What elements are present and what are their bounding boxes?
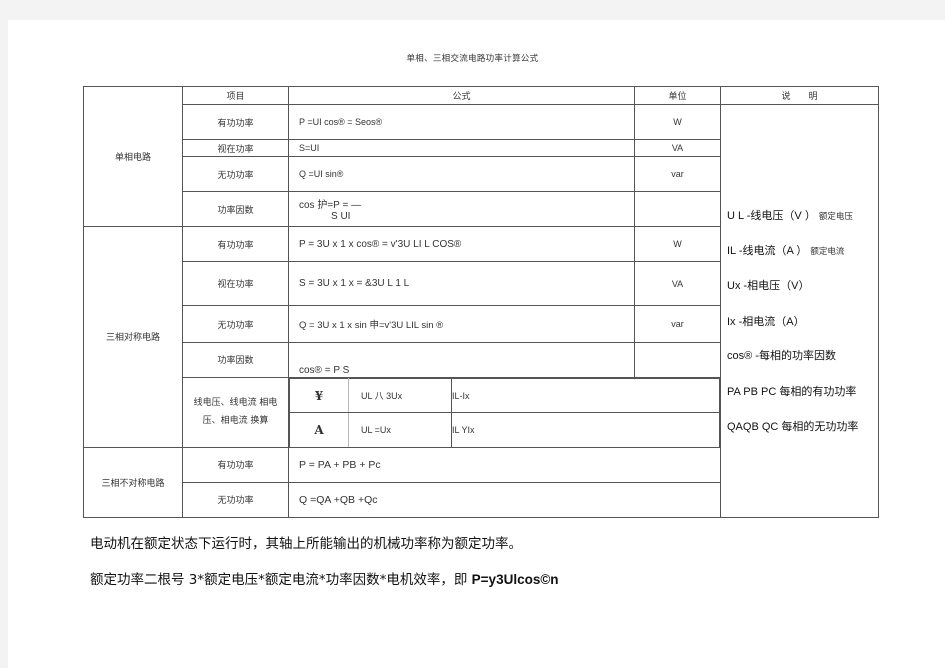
voltage-relation: UL 八 3Ux: [348, 378, 452, 413]
current-relation: IL YIx: [451, 412, 720, 447]
unit-cell: W: [634, 226, 721, 262]
item-cell: 无功功率: [182, 156, 289, 192]
item-cell: 有功功率: [182, 446, 289, 483]
unit-cell: VA: [634, 139, 721, 157]
item-cell: 有功功率: [182, 226, 289, 262]
table-header-row: 单相电路 项目 公式 单位 说 明: [83, 86, 879, 227]
formula-cell: S = 3U x 1 x = &3U L 1 L: [288, 261, 635, 306]
header-note: 说 明: [720, 86, 879, 105]
voltage-relation: UL =Ux: [348, 412, 452, 447]
header-unit: 单位: [634, 86, 721, 105]
category-label: 三相对称电路: [105, 333, 160, 344]
delta-connection-symbol: A: [289, 412, 349, 447]
header-item: 项目: [182, 86, 289, 105]
formula-bold-text: P=y3Ulcos©n: [471, 572, 559, 587]
category-three-phase-asymmetric: 三相不对称电路: [83, 446, 183, 518]
category-single-phase: 单相电路: [83, 86, 183, 227]
note-text: U L -线电压（V ）: [727, 210, 816, 222]
power-factor-denominator: S UI: [331, 211, 351, 222]
rated-power-formula: 额定功率二根号 3*额定电压*额定电流*功率因数*电机效率，即 P=y3Ulco…: [90, 568, 559, 588]
power-factor-formula: cos 护=P = —: [299, 200, 362, 211]
item-cell: 有功功率: [182, 104, 289, 140]
table-row: 有功功率 P =UI cos® = Seos® W U L -线电压（V ） 额…: [84, 104, 879, 518]
notes-cell: U L -线电压（V ） 额定电压 IL -线电流（A ） 额定电流 Ux -相…: [720, 104, 879, 518]
formula-cell: Q =QA +QB +Qc: [288, 481, 721, 518]
note-text: cos® -每相的功率因数: [727, 350, 836, 362]
category-label: 单相电路: [114, 153, 151, 163]
note-line: Ix -相电流（A）: [727, 313, 805, 329]
note-small-text: 额定电流: [810, 246, 845, 256]
item-cell: 无功功率: [182, 305, 289, 343]
note-line: Ux -相电压（V）: [727, 277, 810, 293]
paragraph-text: 额定功率二根号 3*额定电压*额定电流*功率因数*电机效率，即: [90, 572, 472, 588]
note-text: Ux -相电压（V）: [727, 280, 810, 292]
conversion-delta-row: A UL =Ux IL YIx: [289, 412, 720, 447]
formula-cell: Q =UI sin®: [288, 156, 635, 192]
category-three-phase-symmetric: 三相对称电路: [83, 226, 183, 448]
unit-cell: [634, 342, 721, 378]
unit-cell: [634, 191, 721, 227]
category-label: 三相不对称电路: [101, 478, 165, 489]
note-small-text: 额定电压: [818, 211, 853, 221]
note-text: Ix -相电流（A）: [727, 316, 805, 328]
power-formula-table: 单相电路 项目 公式 单位 说 明 有功功率 P =UI cos® = Seos…: [83, 86, 879, 518]
item-cell: 视在功率: [182, 139, 289, 157]
conversion-star-row: ¥ UL 八 3Ux IL-Ix: [289, 378, 720, 413]
note-line: IL -线电流（A ） 额定电流: [727, 242, 844, 258]
unit-cell: W: [634, 104, 721, 140]
formula-cell: S=UI: [288, 139, 635, 157]
formula-cell: P = 3U x 1 x cos® = v'3U LI L COS®: [288, 226, 635, 262]
formula-cell: cos® = P S: [288, 342, 635, 378]
note-text: IL -线电流（A ）: [727, 245, 808, 257]
conversion-label-line: 压、相电流 换算: [202, 416, 269, 427]
note-line: PA PB PC 每相的有功功率: [727, 383, 856, 399]
paragraph-text: 电动机在额定状态下运行时，其轴上所能输出的机械功率称为额定功率。: [90, 536, 522, 552]
conversion-label-line: 线电压、线电流 相电: [193, 398, 278, 409]
item-cell: 无功功率: [182, 481, 289, 518]
note-line: QAQB QC 每相的无功功率: [727, 418, 858, 434]
conversion-cell: ¥ UL 八 3Ux IL-Ix A UL =Ux IL YIx: [288, 377, 721, 448]
item-cell: 视在功率: [182, 261, 289, 306]
formula-cell: P =UI cos® = Seos®: [288, 104, 635, 140]
note-text: QAQB QC 每相的无功功率: [727, 421, 859, 433]
rated-power-definition: 电动机在额定状态下运行时，其轴上所能输出的机械功率称为额定功率。: [90, 532, 522, 552]
item-cell: 功率因数: [182, 342, 289, 378]
note-text: PA PB PC 每相的有功功率: [727, 386, 857, 398]
formula-cell: cos 护=P = — S UI: [288, 191, 635, 227]
conversion-table: ¥ UL 八 3Ux IL-Ix A UL =Ux IL YIx: [289, 378, 720, 447]
unit-cell: var: [634, 156, 721, 192]
current-relation: IL-Ix: [451, 378, 720, 413]
unit-cell: var: [634, 305, 721, 343]
conversion-label: 线电压、线电流 相电 压、相电流 换算: [182, 377, 289, 448]
document-title: 单相、三相交流电路功率计算公式: [406, 54, 539, 64]
formula-cell: Q = 3U x 1 x sin 申=v'3U LIL sin ®: [288, 305, 635, 343]
header-formula: 公式: [288, 86, 635, 105]
star-connection-symbol: ¥: [289, 378, 349, 413]
unit-cell: VA: [634, 261, 721, 306]
item-cell: 功率因数: [182, 191, 289, 227]
note-line: cos® -每相的功率因数: [727, 347, 836, 363]
note-line: U L -线电压（V ） 额定电压: [727, 207, 853, 223]
formula-cell: P = PA + PB + Pc: [288, 446, 721, 483]
